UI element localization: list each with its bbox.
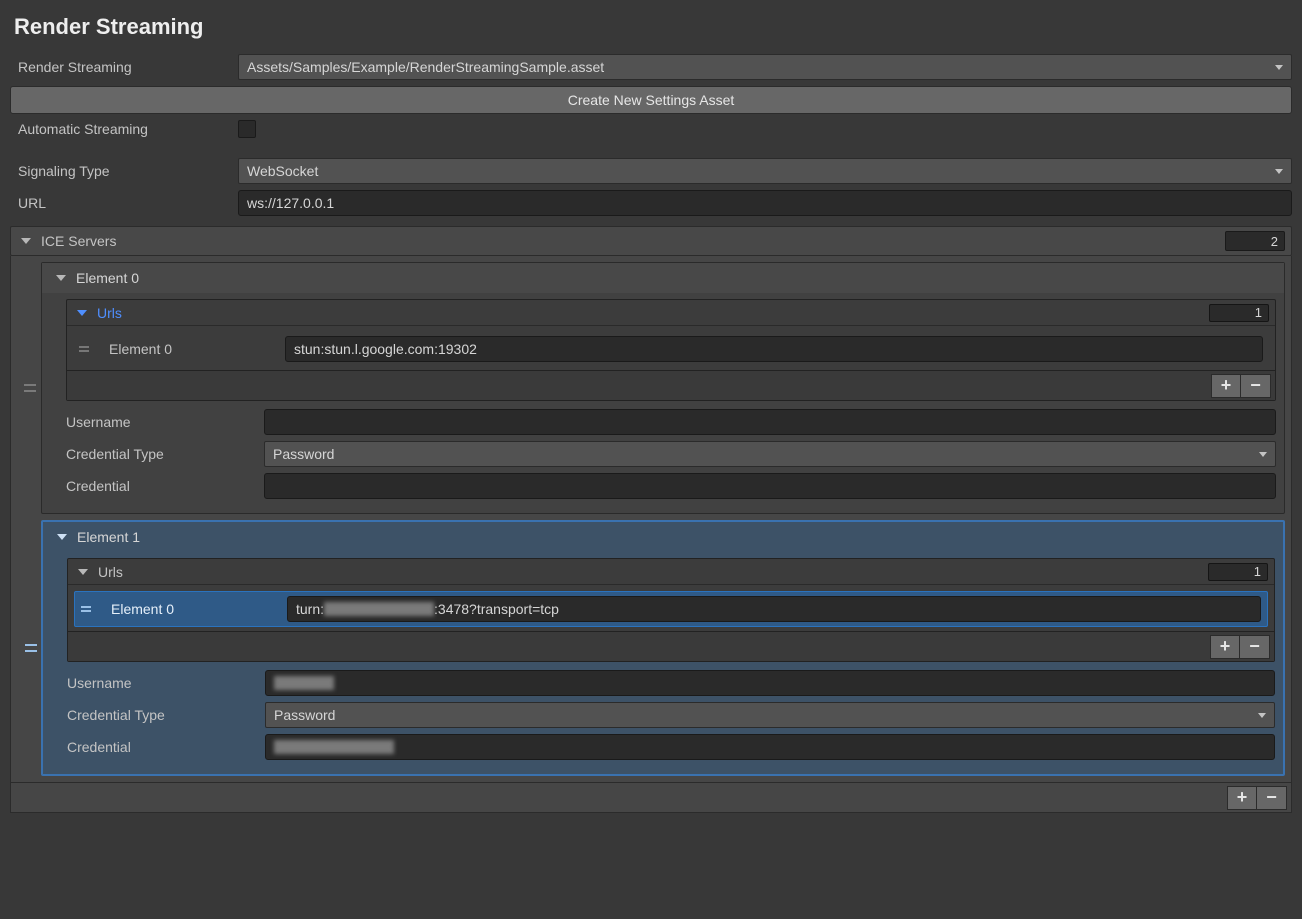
url-item-input[interactable]: turn::3478?transport=tcp — [287, 596, 1261, 622]
url-item-input[interactable]: stun:stun.l.google.com:19302 — [285, 336, 1263, 362]
drag-handle-icon[interactable] — [24, 384, 36, 392]
page-title: Render Streaming — [14, 14, 1292, 40]
username-input[interactable] — [264, 409, 1276, 435]
credential-type-dropdown[interactable]: Password — [264, 441, 1276, 467]
credential-type-label: Credential Type — [66, 446, 256, 462]
redacted-credential — [274, 740, 394, 754]
ice-servers-list: Element 0 Urls 1 — [10, 256, 1292, 783]
credential-type-label: Credential Type — [67, 707, 257, 723]
render-streaming-asset-dropdown[interactable]: Assets/Samples/Example/RenderStreamingSa… — [238, 54, 1292, 80]
urls-list: Urls 1 Element 0 stun:stun.l.google.com:… — [66, 299, 1276, 401]
drag-handle-icon[interactable] — [81, 606, 91, 612]
ice-server-element[interactable]: Element 0 Urls 1 — [41, 262, 1285, 514]
ice-servers-foldout[interactable]: ICE Servers 2 — [10, 226, 1292, 256]
credential-input[interactable] — [264, 473, 1276, 499]
automatic-streaming-label: Automatic Streaming — [10, 121, 230, 137]
remove-url-button[interactable]: − — [1240, 635, 1270, 659]
drag-handle-icon[interactable] — [25, 644, 37, 652]
url-input[interactable]: ws://127.0.0.1 — [238, 190, 1292, 216]
url-label: URL — [10, 195, 230, 211]
render-streaming-asset-value: Assets/Samples/Example/RenderStreamingSa… — [247, 59, 604, 75]
chevron-down-icon — [78, 569, 88, 575]
urls-list: Urls 1 Element 0 turn::3478?transport=tc… — [67, 558, 1275, 662]
urls-count[interactable]: 1 — [1208, 563, 1268, 581]
url-item-row[interactable]: Element 0 turn::3478?transport=tcp — [74, 591, 1268, 627]
credential-label: Credential — [67, 739, 257, 755]
urls-foldout[interactable]: Urls 1 — [68, 559, 1274, 585]
chevron-down-icon — [21, 238, 31, 244]
chevron-down-icon — [56, 275, 66, 281]
ice-element-0-header[interactable]: Element 0 — [42, 263, 1284, 293]
chevron-down-icon — [77, 310, 87, 316]
username-input[interactable] — [265, 670, 1275, 696]
username-label: Username — [67, 675, 257, 691]
ice-element-1-header[interactable]: Element 1 — [43, 522, 1283, 552]
credential-type-dropdown[interactable]: Password — [265, 702, 1275, 728]
ice-servers-count[interactable]: 2 — [1225, 231, 1285, 251]
credential-input[interactable] — [265, 734, 1275, 760]
add-url-button[interactable]: + — [1211, 374, 1241, 398]
redacted-host — [324, 602, 434, 616]
ice-servers-label: ICE Servers — [41, 233, 1215, 249]
urls-foldout[interactable]: Urls 1 — [67, 300, 1275, 326]
signaling-type-dropdown[interactable]: WebSocket — [238, 158, 1292, 184]
signaling-type-label: Signaling Type — [10, 163, 230, 179]
chevron-down-icon — [57, 534, 67, 540]
remove-url-button[interactable]: − — [1241, 374, 1271, 398]
redacted-username — [274, 676, 334, 690]
add-url-button[interactable]: + — [1210, 635, 1240, 659]
add-ice-server-button[interactable]: + — [1227, 786, 1257, 810]
ice-server-element[interactable]: Element 1 Urls 1 — [41, 520, 1285, 776]
drag-handle-icon[interactable] — [79, 346, 89, 352]
automatic-streaming-checkbox[interactable] — [238, 120, 256, 138]
render-streaming-label: Render Streaming — [10, 59, 230, 75]
url-item-row[interactable]: Element 0 stun:stun.l.google.com:19302 — [73, 332, 1269, 366]
create-settings-asset-button[interactable]: Create New Settings Asset — [10, 86, 1292, 114]
credential-label: Credential — [66, 478, 256, 494]
urls-count[interactable]: 1 — [1209, 304, 1269, 322]
remove-ice-server-button[interactable]: − — [1257, 786, 1287, 810]
username-label: Username — [66, 414, 256, 430]
